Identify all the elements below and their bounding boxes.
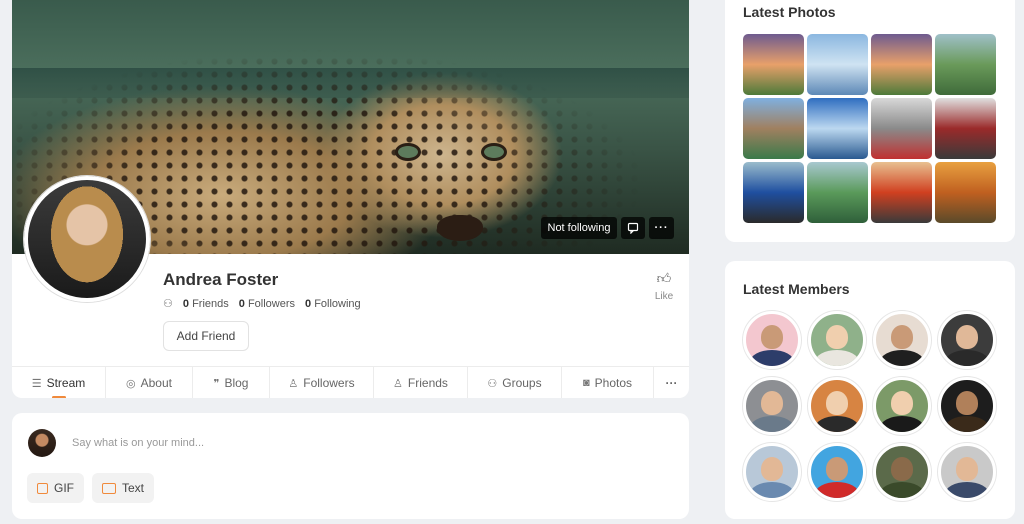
member-avatar[interactable] (873, 377, 931, 435)
orange-motorcycle-photo[interactable] (871, 162, 932, 223)
member-avatar[interactable] (743, 311, 801, 369)
mountain-sunset-photo[interactable] (743, 34, 804, 95)
green-river-photo[interactable] (807, 162, 868, 223)
leopard-eyes (392, 146, 522, 166)
member-avatar[interactable] (873, 311, 931, 369)
member-avatar[interactable] (938, 311, 996, 369)
photo-grid (743, 34, 996, 223)
post-input[interactable]: Say what is on your mind... (72, 437, 204, 449)
message-icon (627, 222, 639, 234)
latest-members-card: Latest Members (725, 261, 1015, 519)
alpine-lake-photo[interactable] (743, 98, 804, 159)
green-valley-photo[interactable] (935, 34, 996, 95)
gif-icon (37, 482, 48, 494)
text-icon (102, 482, 116, 494)
tab-photos[interactable]: ◙ Photos (562, 367, 654, 398)
message-button[interactable] (621, 217, 645, 239)
tab-followers[interactable]: ♙ Followers (270, 367, 374, 398)
gif-button[interactable]: GIF (27, 473, 84, 503)
member-avatar[interactable] (743, 377, 801, 435)
latest-members-title: Latest Members (743, 281, 850, 297)
users-icon: ♙ (393, 377, 403, 390)
post-composer: Say what is on your mind... GIF Text (12, 413, 689, 519)
thumbs-up-icon: 👍︎ (656, 270, 672, 286)
quote-icon: ❞ (213, 377, 220, 390)
red-motorcycle-photo[interactable] (935, 98, 996, 159)
user-circle-icon: ◎ (126, 377, 136, 390)
autumn-trees-photo[interactable] (935, 162, 996, 223)
latest-photos-card: Latest Photos (725, 0, 1015, 242)
leopard-nose (437, 215, 483, 241)
group-icon: ⚇ (487, 377, 498, 390)
white-motorcycle-photo[interactable] (871, 98, 932, 159)
profile-name: Andrea Foster (163, 270, 279, 289)
more-icon: ··· (654, 222, 669, 234)
user-add-icon: ♙ (288, 377, 299, 390)
profile-tabs: ☰ Stream ◎ About ❞ Blog ♙ Followers ♙ Fr… (12, 366, 689, 398)
more-options-button[interactable]: ··· (649, 217, 674, 239)
follow-status-button[interactable]: Not following (541, 217, 617, 239)
blue-lake-photo[interactable] (807, 98, 868, 159)
text-post-button[interactable]: Text (92, 473, 154, 503)
composer-avatar (28, 429, 56, 457)
blue-motorcycle-photo[interactable] (743, 162, 804, 223)
tab-blog[interactable]: ❞ Blog (193, 367, 270, 398)
member-grid (743, 311, 996, 501)
tab-friends[interactable]: ♙ Friends (374, 367, 468, 398)
tab-groups[interactable]: ⚇ Groups (468, 367, 562, 398)
stat-following[interactable]: 0 Following (305, 298, 361, 310)
like-button[interactable]: 👍︎ Like (650, 270, 678, 302)
latest-photos-title: Latest Photos (743, 4, 836, 20)
more-icon: ··· (665, 376, 678, 390)
mountain-sunset-photo[interactable] (871, 34, 932, 95)
profile-card: Not following ··· Andrea Foster ⚇ 0 Frie… (12, 0, 689, 398)
stat-friends[interactable]: 0 Friends (183, 298, 229, 310)
tab-stream[interactable]: ☰ Stream (12, 367, 106, 398)
lone-tree-photo[interactable] (807, 34, 868, 95)
add-friend-button[interactable]: Add Friend (163, 321, 249, 351)
member-avatar[interactable] (808, 311, 866, 369)
member-avatar[interactable] (743, 443, 801, 501)
camera-icon: ◙ (582, 377, 590, 389)
stat-followers[interactable]: 0 Followers (239, 298, 295, 310)
profile-avatar[interactable] (24, 176, 150, 302)
users-icon: ⚇ (163, 298, 173, 310)
member-avatar[interactable] (938, 443, 996, 501)
profile-stats: ⚇ 0 Friends 0 Followers 0 Following (163, 297, 361, 311)
member-avatar[interactable] (808, 443, 866, 501)
member-avatar[interactable] (873, 443, 931, 501)
member-avatar[interactable] (808, 377, 866, 435)
stream-icon: ☰ (31, 377, 42, 390)
tab-about[interactable]: ◎ About (106, 367, 193, 398)
like-label: Like (654, 291, 674, 302)
member-avatar[interactable] (938, 377, 996, 435)
tab-more[interactable]: ··· (654, 367, 689, 398)
